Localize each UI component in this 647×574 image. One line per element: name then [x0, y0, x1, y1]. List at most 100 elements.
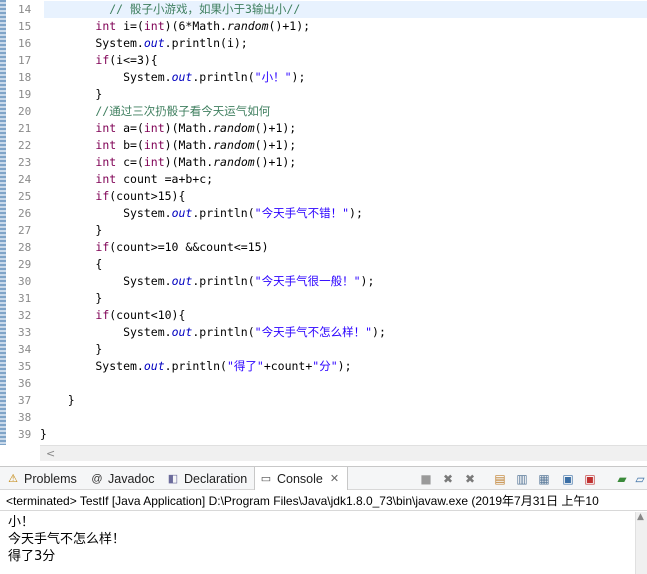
line-number: 26: [18, 207, 32, 220]
console-output-line: 小！: [8, 515, 35, 530]
code-token: "今天手气很一般！": [254, 274, 361, 288]
line-number: 27: [18, 224, 32, 237]
pin-console-icon[interactable]: ▰: [614, 471, 630, 487]
remove-all-icon[interactable]: ✖: [462, 471, 478, 487]
code-line: System.out.println("今天手气很一般！");: [40, 273, 374, 290]
code-token: c=(: [116, 155, 144, 169]
line-number: 21: [18, 122, 32, 135]
code-token: );: [372, 325, 386, 339]
remove-launch-icon[interactable]: ✖: [440, 471, 456, 487]
line-number-gutter: 14 15 16 17 18 19 20 21 22 23 24 25 26 27 28 29 30 31 32 33…: [6, 0, 38, 445]
code-token: .println(: [164, 359, 227, 373]
code-token: .println(: [192, 206, 255, 220]
line-number: 28: [18, 241, 32, 254]
code-token: "得了": [226, 359, 264, 373]
code-area[interactable]: // 骰子小游戏，如果小于3输出小// int i=(int)(6*Math.r…: [40, 0, 647, 445]
code-token: ()+1);: [254, 121, 297, 135]
code-line: }: [40, 341, 102, 358]
code-token: (i<=3){: [109, 53, 158, 67]
code-line: if(count>15){: [40, 188, 185, 205]
code-token: i=(: [116, 19, 144, 33]
code-token: System.: [40, 206, 172, 220]
code-token: }: [40, 87, 103, 101]
problems-icon: ⚠: [8, 472, 18, 485]
code-line: if(i<=3){: [40, 52, 158, 69]
code-token: (count>=10 &&count<=15): [109, 240, 269, 254]
show-on-output-icon[interactable]: ▣: [560, 471, 576, 487]
tab-declaration[interactable]: ◧ Declaration: [162, 467, 252, 490]
code-token: );: [337, 359, 352, 373]
editor-horizontal-scrollbar[interactable]: <: [40, 445, 647, 461]
line-number: 37: [18, 394, 32, 407]
line-number: 14: [18, 3, 32, 16]
terminate-icon[interactable]: ■: [418, 471, 434, 487]
code-editor[interactable]: 14 15 16 17 18 19 20 21 22 23 24 25 26 27 28 29 30 31 32 33…: [0, 0, 647, 445]
code-line: }: [40, 290, 102, 307]
code-token: int: [95, 172, 117, 186]
code-line: System.out.println(i);: [40, 35, 247, 52]
code-token: random: [213, 138, 255, 152]
code-token: "分": [312, 359, 338, 373]
code-token: random: [226, 19, 269, 33]
show-on-error-icon[interactable]: ▣: [582, 471, 598, 487]
line-number: 16: [18, 37, 32, 50]
line-number: 15: [18, 20, 32, 33]
code-token: if: [95, 53, 110, 67]
console-vertical-scrollbar[interactable]: ▲: [635, 512, 647, 574]
console-output[interactable]: ▲ 小！ 今天手气不怎么样！ 得了3分: [0, 512, 647, 574]
console-icon: ▭: [260, 472, 272, 485]
declaration-icon: ◧: [167, 472, 179, 485]
close-icon[interactable]: ✕: [330, 472, 339, 485]
code-line: }: [40, 86, 102, 103]
tab-console[interactable]: ▭ Console ✕: [254, 467, 348, 490]
code-token: .println(: [192, 274, 255, 288]
display-console-icon[interactable]: ▱: [632, 471, 647, 487]
code-token: System.: [40, 36, 144, 50]
code-line: }: [40, 426, 47, 443]
tab-label: Console: [277, 471, 323, 486]
code-token: int: [143, 155, 165, 169]
code-token: a=(: [116, 121, 144, 135]
word-wrap-icon[interactable]: ▦: [536, 471, 552, 487]
code-line: //通过三次扔骰子看今天运气如何: [40, 103, 270, 120]
code-token: System.: [40, 274, 172, 288]
code-token: );: [360, 274, 375, 288]
code-line: System.out.println("今天手气不错！");: [40, 205, 363, 222]
scroll-up-arrow-icon[interactable]: ▲: [637, 512, 644, 522]
scroll-left-arrow-icon[interactable]: <: [46, 447, 55, 460]
code-token: int: [95, 19, 117, 33]
code-token: )(6*Math.: [164, 19, 227, 33]
code-token: out: [143, 359, 165, 373]
code-token: )(Math.: [164, 155, 214, 169]
code-token: // 骰子小游戏，如果小于3输出小//: [40, 2, 301, 16]
line-number: 39: [18, 428, 32, 441]
line-number: 22: [18, 139, 32, 152]
code-token: int: [95, 121, 117, 135]
line-number: 17: [18, 54, 32, 67]
code-token: }: [40, 427, 47, 441]
line-number: 33: [18, 326, 32, 339]
clear-console-icon[interactable]: ▤: [492, 471, 508, 487]
code-line: }: [40, 392, 75, 409]
code-token: int: [95, 138, 117, 152]
code-token: out: [143, 36, 165, 50]
line-number: 34: [18, 343, 32, 356]
code-token: "小！": [254, 70, 292, 84]
scroll-lock-icon[interactable]: ▥: [514, 471, 530, 487]
code-token: count =a+b+c;: [116, 172, 214, 186]
code-token: if: [95, 308, 110, 322]
code-line: // 骰子小游戏，如果小于3输出小//: [40, 1, 300, 18]
code-line: int b=(int)(Math.random()+1);: [40, 137, 296, 154]
code-token: ()+1);: [254, 138, 297, 152]
line-number: 29: [18, 258, 32, 271]
code-line: int c=(int)(Math.random()+1);: [40, 154, 296, 171]
tab-problems[interactable]: ⚠ Problems: [2, 467, 82, 490]
code-token: )(Math.: [164, 138, 214, 152]
tab-javadoc[interactable]: @ Javadoc: [86, 467, 160, 490]
code-line: if(count<10){: [40, 307, 185, 324]
code-token: if: [95, 240, 110, 254]
line-number: 36: [18, 377, 32, 390]
